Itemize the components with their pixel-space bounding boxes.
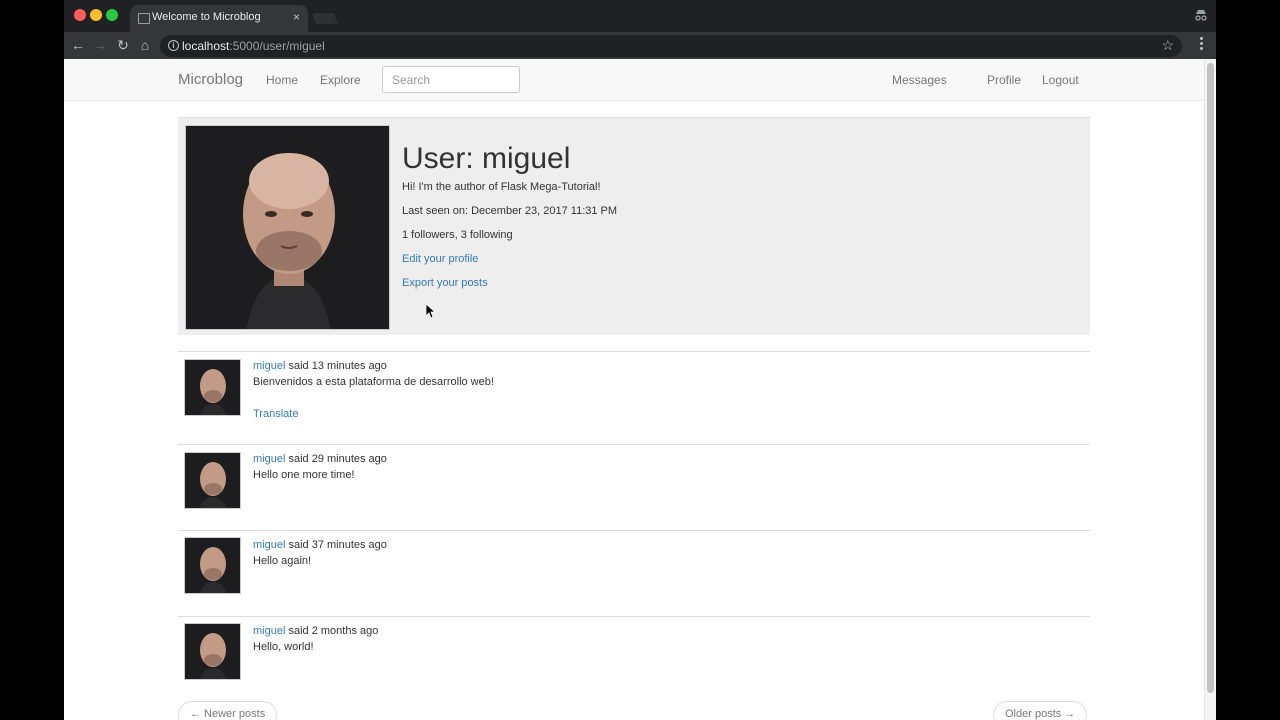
post-avatar	[184, 623, 241, 680]
zoom-window-button[interactable]	[106, 9, 118, 21]
older-posts-button[interactable]: Older posts →	[993, 701, 1088, 720]
translate-link[interactable]: Translate	[253, 408, 298, 420]
tab-title: Welcome to Microblog	[152, 11, 261, 23]
url-text: localhost:5000/user/miguel	[182, 39, 325, 53]
page-icon	[138, 13, 150, 24]
bookmark-star-icon[interactable]: ☆	[1161, 37, 1174, 54]
post-author-link[interactable]: miguel	[253, 360, 285, 372]
site-info-icon[interactable]: i	[168, 40, 179, 51]
profile-header: User: miguel Hi! I'm the author of Flask…	[178, 117, 1090, 335]
page-viewport: Microblog Home Explore Messages Profile …	[64, 59, 1216, 720]
avatar	[185, 125, 390, 330]
post-body: Hello one more time!	[253, 469, 355, 481]
address-bar[interactable]: i localhost:5000/user/miguel ☆	[160, 35, 1182, 57]
browser-toolbar: ← → ↻ ⌂ i localhost:5000/user/miguel ☆	[64, 32, 1216, 59]
post-meta: miguel said 13 minutes ago	[253, 360, 387, 372]
nav-profile-link[interactable]: Profile	[987, 73, 1021, 87]
profile-about: Hi! I'm the author of Flask Mega-Tutoria…	[402, 181, 601, 193]
incognito-icon	[1195, 10, 1207, 21]
newer-posts-button[interactable]: ← Newer posts	[178, 701, 278, 720]
post-author-link[interactable]: miguel	[253, 453, 285, 465]
browser-menu-icon[interactable]	[1200, 37, 1204, 53]
search-input[interactable]	[382, 66, 520, 93]
post-meta: miguel said 37 minutes ago	[253, 539, 387, 551]
export-posts-link[interactable]: Export your posts	[402, 277, 488, 289]
nav-messages-link[interactable]: Messages	[892, 73, 947, 87]
tab-close-icon[interactable]: ×	[293, 10, 300, 24]
post-item: miguel said 2 months ago Hello, world!	[178, 616, 1090, 696]
nav-explore-link[interactable]: Explore	[320, 73, 361, 87]
post-author-link[interactable]: miguel	[253, 539, 285, 551]
post-meta: miguel said 2 months ago	[253, 625, 379, 637]
page-scrollbar[interactable]	[1204, 59, 1216, 720]
brand-link[interactable]: Microblog	[178, 71, 243, 88]
post-avatar	[184, 359, 241, 416]
edit-profile-link[interactable]: Edit your profile	[402, 253, 478, 265]
forward-icon[interactable]: →	[92, 37, 108, 53]
tab-strip: Welcome to Microblog ×	[64, 0, 1216, 32]
scrollbar-thumb[interactable]	[1207, 63, 1214, 693]
post-body: Bienvenidos a esta plataforma de desarro…	[253, 376, 494, 388]
page-title: User: miguel	[402, 142, 571, 175]
browser-tab[interactable]: Welcome to Microblog ×	[130, 5, 308, 32]
post-item: miguel said 29 minutes ago Hello one mor…	[178, 444, 1090, 530]
post-body: Hello, world!	[253, 641, 314, 653]
post-author-link[interactable]: miguel	[253, 625, 285, 637]
reload-icon[interactable]: ↻	[115, 37, 131, 53]
minimize-window-button[interactable]	[90, 9, 102, 21]
post-item: miguel said 13 minutes ago Bienvenidos a…	[178, 351, 1090, 445]
browser-window: Welcome to Microblog × ← → ↻ ⌂ i localho…	[64, 0, 1216, 720]
post-body: Hello again!	[253, 555, 312, 567]
back-icon[interactable]: ←	[70, 37, 86, 53]
site-navbar: Microblog Home Explore Messages Profile …	[64, 59, 1204, 101]
nav-home-link[interactable]: Home	[266, 73, 298, 87]
post-meta: miguel said 29 minutes ago	[253, 453, 387, 465]
mouse-cursor-icon	[426, 304, 436, 319]
post-avatar	[184, 452, 241, 509]
post-avatar	[184, 537, 241, 594]
last-seen: Last seen on: December 23, 2017 11:31 PM	[402, 205, 618, 217]
follow-counts: 1 followers, 3 following	[402, 229, 513, 241]
home-icon[interactable]: ⌂	[137, 37, 153, 53]
post-item: miguel said 37 minutes ago Hello again!	[178, 530, 1090, 616]
close-window-button[interactable]	[74, 9, 86, 21]
nav-logout-link[interactable]: Logout	[1042, 73, 1079, 87]
new-tab-button[interactable]	[311, 13, 339, 24]
